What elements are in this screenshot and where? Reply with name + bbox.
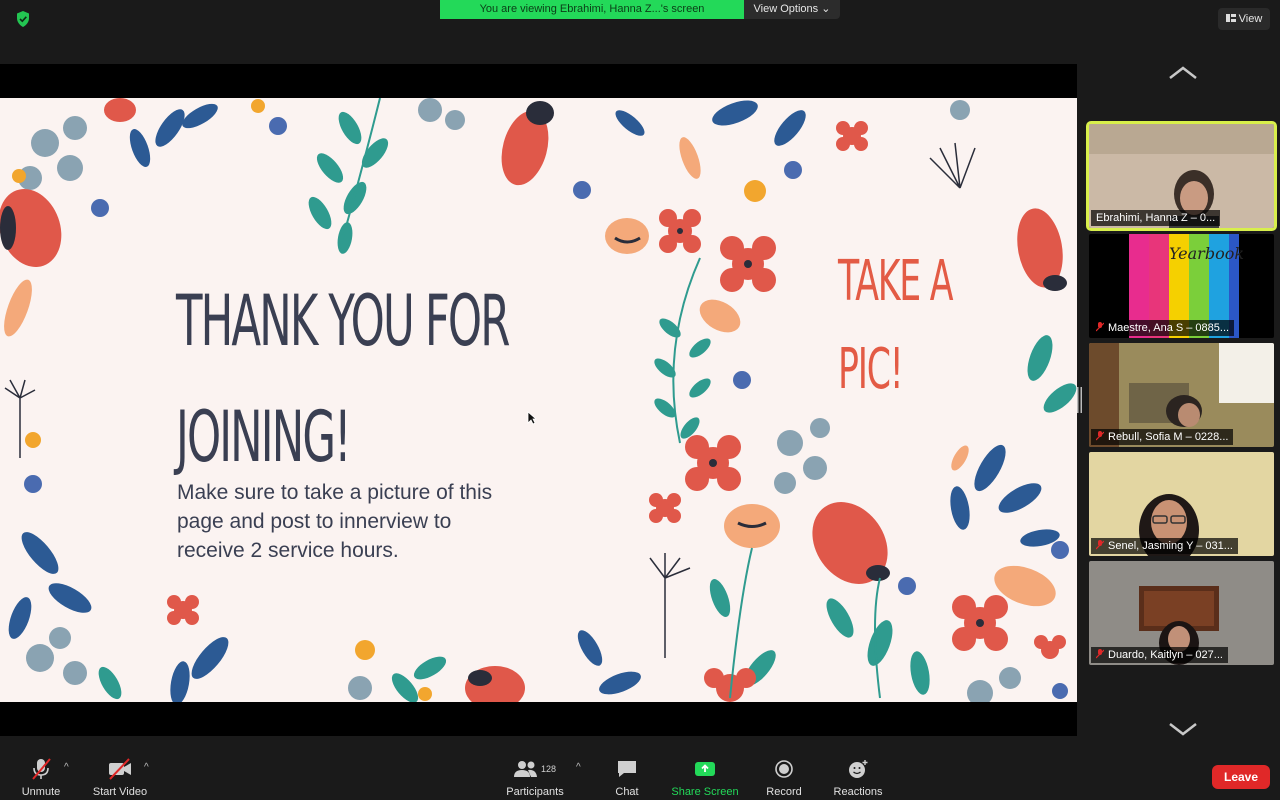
mic-muted-icon bbox=[1096, 540, 1104, 550]
participant-name: Maestre, Ana S – 0885... bbox=[1091, 320, 1235, 336]
start-video-button[interactable]: Start Video bbox=[88, 756, 152, 798]
take-a-pic-text: TAKE A PIC! bbox=[838, 238, 962, 414]
share-screen-label: Share Screen bbox=[671, 786, 739, 798]
shield-icon[interactable] bbox=[12, 8, 34, 30]
unmute-label: Unmute bbox=[21, 786, 61, 798]
participants-label: Participants bbox=[506, 786, 564, 798]
mic-muted-icon bbox=[1096, 649, 1104, 659]
reactions-button[interactable]: Reactions bbox=[830, 756, 886, 798]
video-gallery: Ebrahimi, Hanna Z – 0... Yearbook Maestr… bbox=[1082, 64, 1280, 736]
mic-muted-icon bbox=[1096, 322, 1104, 332]
start-video-label: Start Video bbox=[92, 786, 148, 798]
slide-title: THANK YOU FOR JOINING! bbox=[176, 263, 579, 495]
zoom-window: You are viewing Ebrahimi, Hanna Z...'s s… bbox=[0, 0, 1280, 800]
participant-name-text: Rebull, Sofia M – 0228... bbox=[1108, 431, 1229, 443]
top-bar: You are viewing Ebrahimi, Hanna Z...'s s… bbox=[0, 0, 1280, 64]
chat-button[interactable]: Chat bbox=[606, 756, 648, 798]
reactions-icon bbox=[849, 760, 868, 778]
video-tile[interactable]: Yearbook Maestre, Ana S – 0885... bbox=[1089, 234, 1274, 338]
chat-icon bbox=[618, 761, 636, 777]
view-icon bbox=[1225, 14, 1236, 22]
video-tile[interactable]: Rebull, Sofia M – 0228... bbox=[1089, 343, 1274, 447]
participant-name-text: Duardo, Kaitlyn – 027... bbox=[1108, 649, 1223, 661]
mic-off-icon bbox=[32, 758, 51, 780]
take-a-pic-line2: PIC! bbox=[838, 337, 904, 402]
share-screen-button[interactable]: Share Screen bbox=[668, 756, 742, 798]
meeting-toolbar: Unmute ^ Start Video ^ 128 Participants … bbox=[0, 752, 1280, 800]
video-options-caret-icon[interactable]: ^ bbox=[144, 762, 149, 773]
participant-name: Rebull, Sofia M – 0228... bbox=[1091, 429, 1234, 445]
yearbook-text: Yearbook bbox=[1169, 244, 1245, 263]
record-icon bbox=[775, 760, 793, 778]
shared-screen: THANK YOU FOR JOINING! Make sure to take… bbox=[0, 64, 1077, 736]
mouse-cursor-icon bbox=[527, 411, 537, 425]
chat-label: Chat bbox=[615, 786, 639, 798]
share-screen-icon bbox=[695, 762, 715, 776]
participant-name: Ebrahimi, Hanna Z – 0... bbox=[1091, 210, 1221, 226]
video-off-icon bbox=[109, 758, 131, 780]
record-label: Record bbox=[766, 786, 802, 798]
view-label: View bbox=[1238, 13, 1263, 25]
leave-button[interactable]: Leave bbox=[1212, 765, 1270, 789]
unmute-button[interactable]: Unmute bbox=[18, 756, 64, 798]
viewing-screen-banner: You are viewing Ebrahimi, Hanna Z...'s s… bbox=[440, 0, 744, 19]
record-button[interactable]: Record bbox=[762, 756, 806, 798]
participants-count: 128 bbox=[540, 764, 557, 774]
video-tile[interactable]: Senel, Jasming Y – 031... bbox=[1089, 452, 1274, 556]
presentation-slide: THANK YOU FOR JOINING! Make sure to take… bbox=[0, 98, 1077, 702]
participant-name: Duardo, Kaitlyn – 027... bbox=[1091, 647, 1228, 663]
participant-name-text: Maestre, Ana S – 0885... bbox=[1108, 322, 1230, 334]
mic-muted-icon bbox=[1096, 431, 1104, 441]
participants-button[interactable]: 128 Participants bbox=[502, 756, 568, 798]
view-button[interactable]: View bbox=[1218, 8, 1270, 30]
video-tile[interactable]: Duardo, Kaitlyn – 027... bbox=[1089, 561, 1274, 665]
reactions-label: Reactions bbox=[833, 786, 883, 798]
participant-name: Senel, Jasming Y – 031... bbox=[1091, 538, 1238, 554]
chevron-up-icon[interactable] bbox=[1168, 66, 1198, 80]
view-options-button[interactable]: View Options ⌄ bbox=[744, 0, 840, 19]
participants-icon bbox=[513, 761, 537, 777]
video-tile-active-speaker[interactable]: Ebrahimi, Hanna Z – 0... bbox=[1086, 121, 1277, 231]
slide-body-text: Make sure to take a picture of this page… bbox=[177, 481, 493, 562]
participants-options-caret-icon[interactable]: ^ bbox=[576, 762, 581, 773]
take-a-pic-line1: TAKE A bbox=[838, 249, 954, 314]
chevron-down-icon[interactable] bbox=[1168, 722, 1198, 736]
participant-name-text: Senel, Jasming Y – 031... bbox=[1108, 540, 1233, 552]
slide-title-line1: THANK YOU FOR bbox=[176, 280, 510, 362]
audio-options-caret-icon[interactable]: ^ bbox=[64, 762, 69, 773]
